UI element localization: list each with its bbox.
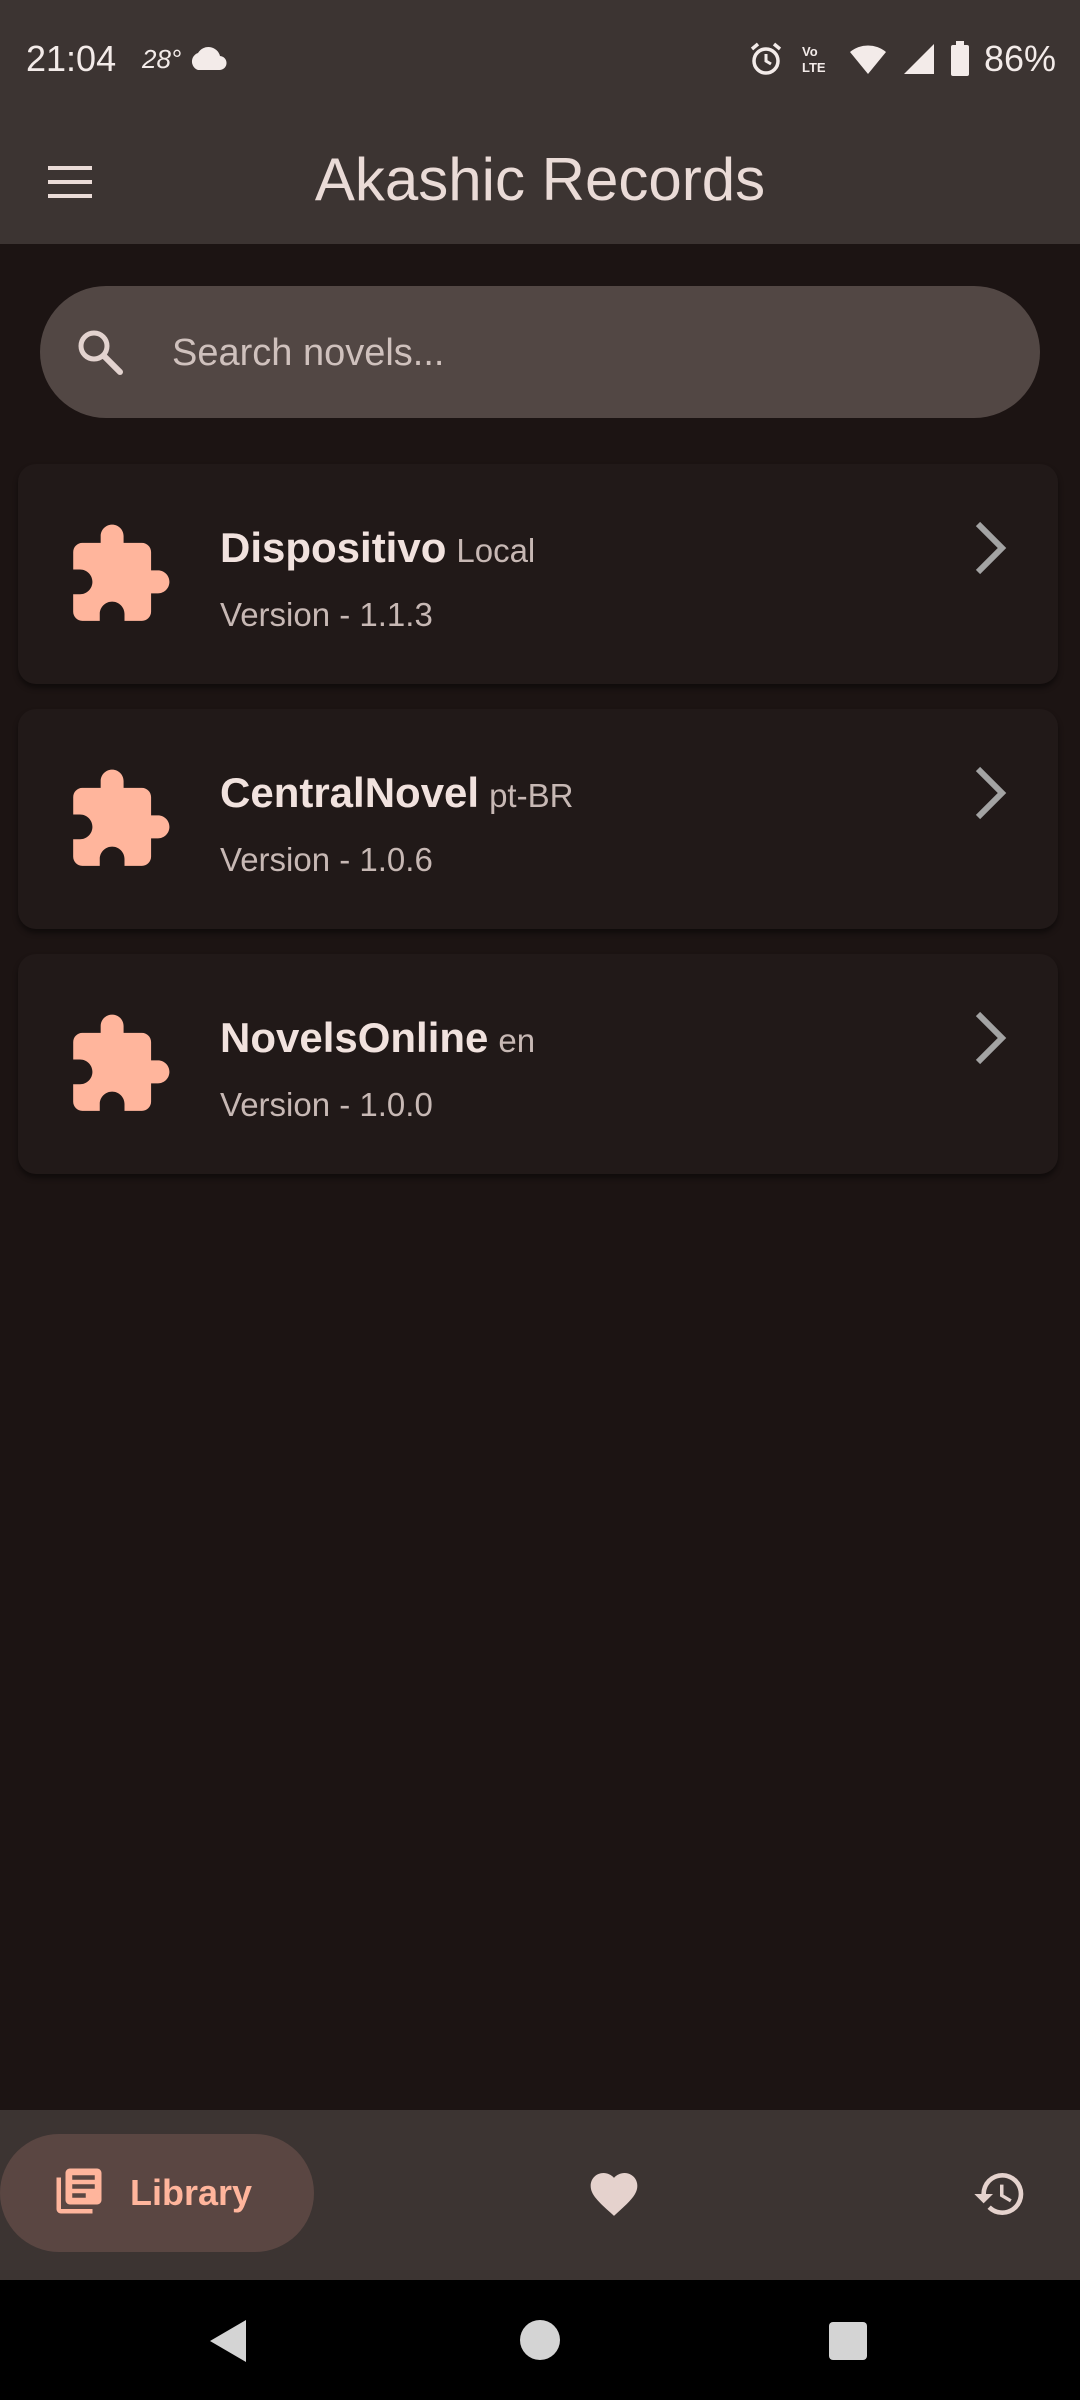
list-item[interactable]: NovelsOnline en Version - 1.0.0 [18, 954, 1058, 1174]
home-icon[interactable] [518, 2318, 562, 2367]
system-navigation-bar [0, 2280, 1080, 2400]
extension-language: pt-BR [489, 777, 574, 814]
extension-name: CentralNovel pt-BR [220, 769, 573, 817]
extension-language: en [498, 1022, 536, 1059]
extension-name: NovelsOnline en [220, 1014, 535, 1062]
extension-name: Dispositivo Local [220, 524, 535, 572]
nav-library-button[interactable]: Library [0, 2134, 314, 2252]
svg-text:Vo: Vo [802, 44, 818, 59]
chevron-right-icon[interactable] [972, 765, 1008, 826]
page-title: Akashic Records [314, 146, 766, 213]
search-icon [74, 326, 126, 383]
extension-list: Dispositivo Local Version - 1.1.3 Central… [18, 464, 1058, 1199]
extension-language: Local [456, 532, 536, 569]
search-input[interactable] [170, 286, 994, 420]
alarm-icon [748, 41, 784, 77]
wifi-icon [848, 42, 888, 76]
nav-library-label: Library [130, 2172, 253, 2213]
status-bar: 21:04 28° Vo LTE 86% [0, 0, 1080, 124]
favorite-icon[interactable] [586, 2166, 642, 2227]
puzzle-icon [64, 1010, 174, 1125]
list-item[interactable]: CentralNovel pt-BR Version - 1.0.6 [18, 709, 1058, 929]
extension-title: NovelsOnline [220, 1014, 489, 1061]
volte-icon: Vo LTE [798, 41, 834, 77]
extension-version: Version - 1.0.0 [220, 1086, 433, 1123]
extension-version: Version - 1.0.6 [220, 841, 433, 878]
search-bar[interactable] [40, 286, 1040, 420]
status-temperature: 28° [142, 44, 182, 74]
extension-title: CentralNovel [220, 769, 480, 816]
svg-text:LTE: LTE [802, 60, 826, 75]
chevron-right-icon[interactable] [972, 520, 1008, 581]
signal-icon [902, 42, 936, 76]
battery-percent: 86% [983, 38, 1056, 79]
status-time: 21:04 [26, 38, 117, 79]
library-icon [52, 2164, 106, 2223]
puzzle-icon [64, 520, 174, 635]
app-bar: Akashic Records [0, 124, 1080, 244]
chevron-right-icon[interactable] [972, 1010, 1008, 1071]
back-icon[interactable] [206, 2318, 250, 2369]
cloud-icon [188, 44, 228, 72]
recent-apps-icon[interactable] [828, 2321, 868, 2366]
history-icon[interactable] [972, 2166, 1028, 2227]
extension-version: Version - 1.1.3 [220, 596, 433, 633]
puzzle-icon [64, 765, 174, 880]
list-item[interactable]: Dispositivo Local Version - 1.1.3 [18, 464, 1058, 684]
bottom-navigation: Library [0, 2110, 1080, 2280]
battery-icon [950, 41, 970, 77]
extension-title: Dispositivo [220, 524, 447, 571]
